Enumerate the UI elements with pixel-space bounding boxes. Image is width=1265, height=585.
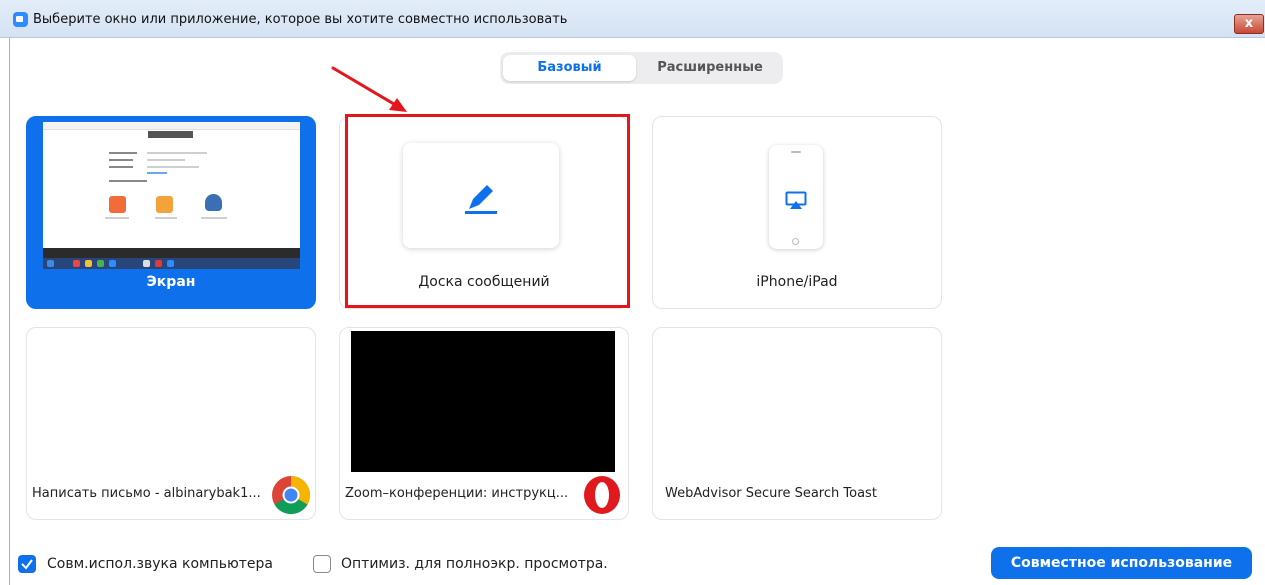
- annotation-arrow: [331, 66, 407, 112]
- dialog-footer: Совм.испол.звука компьютера Оптимиз. для…: [0, 540, 1265, 585]
- share-option-iphone-ipad[interactable]: iPhone/iPad: [652, 116, 942, 309]
- share-audio-label: Совм.испол.звука компьютера: [47, 556, 273, 572]
- share-audio-checkbox[interactable]: [18, 555, 36, 573]
- share-mode-tabs: Базовый Расширенные: [500, 52, 783, 84]
- window-item-zoom[interactable]: Zoom–конференции: инструкц...: [339, 327, 629, 520]
- optimize-video-label: Оптимиз. для полноэкр. просмотра.: [341, 556, 608, 572]
- share-button[interactable]: Совместное использование: [991, 547, 1252, 579]
- window-titlebar: Выберите окно или приложение, которое вы…: [0, 0, 1265, 38]
- share-option-screen[interactable]: Экран: [26, 116, 316, 309]
- window-item-webadvisor[interactable]: WebAdvisor Secure Search Toast: [652, 327, 942, 520]
- window-item-gmail[interactable]: Написать письмо - albinarybak1...: [26, 327, 316, 520]
- window-item-label: Zoom–конференции: инструкц...: [345, 486, 569, 501]
- window-title: Выберите окно или приложение, которое вы…: [33, 12, 568, 27]
- optimize-video-checkbox[interactable]: [313, 555, 331, 573]
- checkmark-icon: [21, 559, 33, 570]
- zoom-app-icon: [13, 12, 28, 27]
- window-item-label: Написать письмо - albinarybak1...: [32, 486, 261, 501]
- tab-advanced[interactable]: Расширенные: [640, 55, 780, 81]
- chrome-icon: [272, 475, 311, 515]
- window-preview: [351, 331, 615, 472]
- share-option-label: Экран: [146, 274, 196, 290]
- screen-thumbnail: [43, 122, 300, 269]
- airplay-icon: [785, 191, 807, 209]
- phone-illustration: [769, 145, 823, 249]
- tab-basic[interactable]: Базовый: [503, 55, 636, 81]
- share-option-label: iPhone/iPad: [756, 274, 838, 290]
- close-button[interactable]: x: [1234, 14, 1264, 34]
- window-item-label: WebAdvisor Secure Search Toast: [665, 486, 877, 501]
- opera-icon: [584, 476, 620, 514]
- highlight-box: [345, 114, 630, 308]
